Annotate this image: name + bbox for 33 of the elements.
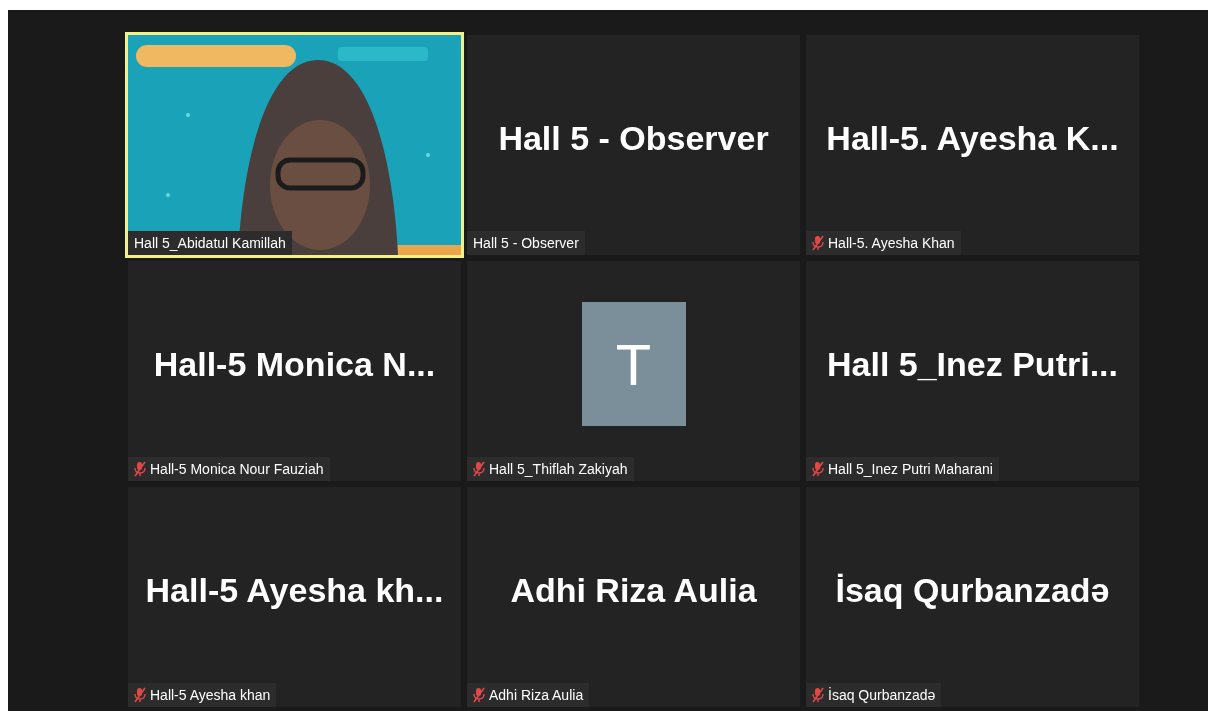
muted-mic-icon bbox=[134, 687, 146, 703]
label-text: Hall 5_Abidatul Kamillah bbox=[134, 235, 286, 251]
label-text: Hall 5_Thiflah Zakiyah bbox=[489, 461, 628, 477]
participant-name: Hall-5. Ayesha K... bbox=[826, 118, 1119, 159]
muted-mic-icon bbox=[473, 461, 485, 477]
label-text: Hall-5. Ayesha Khan bbox=[828, 235, 955, 251]
participant-name: Hall 5_Inez Putri... bbox=[827, 344, 1118, 385]
video-tile[interactable]: Hall-5. Ayesha K... Hall-5. Ayesha Khan bbox=[806, 35, 1139, 255]
muted-mic-icon bbox=[812, 687, 824, 703]
participant-name: Adhi Riza Aulia bbox=[510, 570, 757, 611]
participant-name: İsaq Qurbanzadə bbox=[835, 570, 1110, 611]
participant-name: Hall 5 - Observer bbox=[498, 118, 769, 159]
muted-mic-icon bbox=[812, 461, 824, 477]
video-tile[interactable]: Hall-5 Monica N... Hall-5 Monica Nour Fauziah bbox=[128, 261, 461, 481]
avatar: T bbox=[581, 302, 686, 426]
muted-mic-icon bbox=[473, 687, 485, 703]
muted-mic-icon bbox=[812, 235, 824, 251]
label-text: Hall-5 Ayesha khan bbox=[150, 687, 271, 703]
label-text: Adhi Riza Aulia bbox=[489, 687, 584, 703]
video-tile[interactable]: Hall-5 Ayesha kh... Hall-5 Ayesha khan bbox=[128, 487, 461, 707]
label-text: Hall-5 Monica Nour Fauziah bbox=[150, 461, 324, 477]
video-tile[interactable]: T Hall 5_Thiflah Zakiyah bbox=[467, 261, 800, 481]
video-tile[interactable]: Adhi Riza Aulia Adhi Riza Aulia bbox=[467, 487, 800, 707]
active-video-tile[interactable]: Hall 5_Abidatul Kamillah bbox=[128, 35, 461, 255]
video-tile[interactable]: Hall 5 - Observer Hall 5 - Observer bbox=[467, 35, 800, 255]
label-text: Hall 5 - Observer bbox=[473, 235, 579, 251]
participant-name: Hall-5 Monica N... bbox=[153, 344, 436, 385]
video-tile[interactable]: İsaq Qurbanzadə İsaq Qurbanzadə bbox=[806, 487, 1139, 707]
label-text: İsaq Qurbanzadə bbox=[828, 687, 936, 703]
video-tile[interactable]: Hall 5_Inez Putri... Hall 5_Inez Putri Maharani bbox=[806, 261, 1139, 481]
muted-mic-icon bbox=[134, 461, 146, 477]
label-text: Hall 5_Inez Putri Maharani bbox=[828, 461, 993, 477]
participant-name: Hall-5 Ayesha kh... bbox=[145, 570, 444, 611]
